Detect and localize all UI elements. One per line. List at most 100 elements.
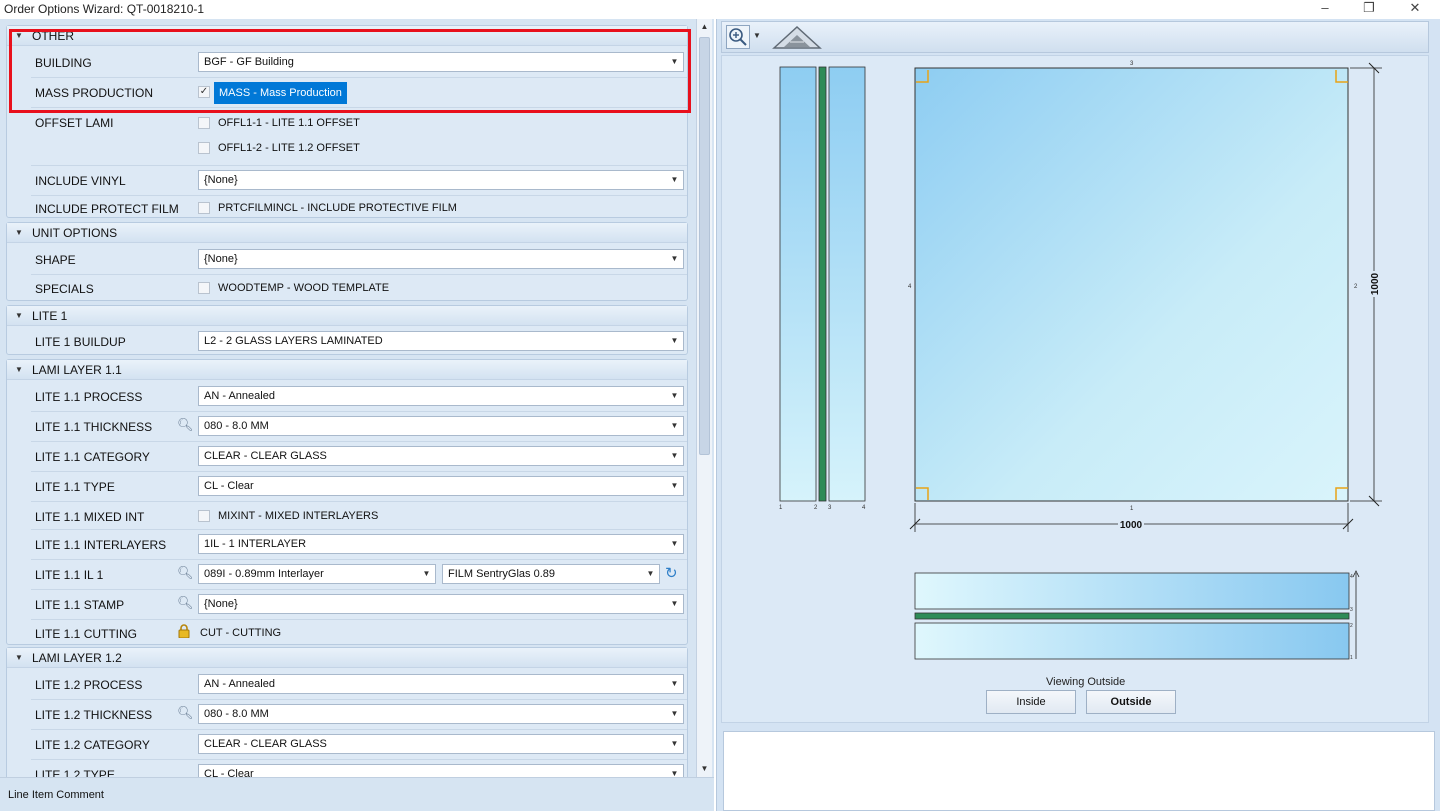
chevron-down-icon[interactable]: ▼ (666, 535, 683, 553)
specials-text: WOODTEMP - WOOD TEMPLATE (218, 282, 390, 294)
chevron-down-icon[interactable]: ▼ (418, 565, 435, 583)
chevron-down-icon[interactable]: ▼ (666, 705, 683, 723)
row-lite-1-1-mixed-int: LITE 1.1 MIXED INT MIXINT - MIXED INTERL… (31, 502, 687, 530)
protect-film-checkbox[interactable] (198, 202, 210, 214)
mixed-int-checkbox[interactable] (198, 510, 210, 522)
section-lite-1: ▼ LITE 1 LITE 1 BUILDUP L2 - 2 GLASS LAY… (6, 305, 688, 355)
shape-view-icon[interactable] (772, 25, 822, 49)
offset-lami-label: OFFSET LAMI (35, 116, 114, 130)
include-vinyl-value: {None} (204, 174, 238, 186)
lite-1-1-il-1-interlayer-select[interactable]: 089I - 0.89mm Interlayer ▼ (198, 564, 436, 584)
search-icon[interactable]: 🔍︎ (177, 417, 194, 433)
offset-lite-1-1-checkbox[interactable] (198, 117, 210, 129)
include-vinyl-select[interactable]: {None} ▼ (198, 170, 684, 190)
chevron-down-icon[interactable]: ▼ (666, 675, 683, 693)
specials-checkbox[interactable] (198, 282, 210, 294)
chevron-down-icon[interactable]: ▼ (666, 735, 683, 753)
notes-area[interactable] (723, 731, 1435, 811)
chevron-down-icon[interactable]: ▼ (666, 477, 683, 495)
lite-1-1-type-select[interactable]: CL - Clear ▼ (198, 476, 684, 496)
lite-1-buildup-select[interactable]: L2 - 2 GLASS LAYERS LAMINATED ▼ (198, 331, 684, 351)
section-lami-layer-1-2-header[interactable]: ▼ LAMI LAYER 1.2 (7, 648, 687, 668)
glass-drawing: 1 2 3 4 3 1 4 2 1000 1000 4 3 2 1 (779, 61, 1382, 661)
zoom-icon[interactable] (726, 25, 750, 49)
lite-1-1-il-1-film-select[interactable]: FILM SentryGlas 0.89 ▼ (442, 564, 660, 584)
row-include-vinyl: INCLUDE VINYL {None} ▼ (31, 166, 687, 196)
glass-drawing-area: 1 2 3 4 3 1 4 2 1000 1000 4 3 2 1 Viewin… (721, 55, 1429, 723)
scroll-thumb[interactable] (699, 37, 710, 455)
edge-top-label: 3 (1130, 61, 1134, 67)
options-panel: ▼ OTHER BUILDING BGF - GF Building ▼ MASS… (0, 19, 714, 811)
options-scroll-area[interactable]: ▼ OTHER BUILDING BGF - GF Building ▼ MASS… (0, 19, 696, 777)
lite-1-1-interlayers-value: 1IL - 1 INTERLAYER (204, 538, 307, 550)
refresh-icon[interactable]: ↻ (665, 564, 678, 582)
chevron-down-icon[interactable]: ▼ (666, 765, 683, 777)
lite-1-2-thickness-select[interactable]: 080 - 8.0 MM ▼ (198, 704, 684, 724)
chevron-down-icon[interactable]: ▼ (666, 171, 683, 189)
lite-1-2-type-select[interactable]: CL - Clear ▼ (198, 764, 684, 777)
collapse-icon[interactable]: ▼ (15, 311, 23, 320)
vertical-scrollbar[interactable]: ▲ ▼ (696, 19, 712, 777)
collapse-icon[interactable]: ▼ (15, 365, 23, 374)
scroll-down-icon[interactable]: ▼ (697, 761, 712, 777)
minimize-button[interactable]: – (1310, 0, 1340, 19)
lite-1-1-interlayers-select[interactable]: 1IL - 1 INTERLAYER ▼ (198, 534, 684, 554)
chevron-down-icon[interactable]: ▼ (642, 565, 659, 583)
section-unit-options-header[interactable]: ▼ UNIT OPTIONS (7, 223, 687, 243)
shape-select[interactable]: {None} ▼ (198, 249, 684, 269)
section-lami-layer-1-2: ▼ LAMI LAYER 1.2 LITE 1.2 PROCESS AN - A… (6, 647, 688, 777)
row-lite-1-1-interlayers: LITE 1.1 INTERLAYERS 1IL - 1 INTERLAYER ▼ (31, 530, 687, 560)
section-lami-layer-1-1-header[interactable]: ▼ LAMI LAYER 1.1 (7, 360, 687, 380)
section-lami-layer-1-1: ▼ LAMI LAYER 1.1 LITE 1.1 PROCESS AN - A… (6, 359, 688, 645)
collapse-icon[interactable]: ▼ (15, 228, 23, 237)
lite-1-1-mixed-int-label: LITE 1.1 MIXED INT (35, 510, 145, 524)
row-lite-1-1-type: LITE 1.1 TYPE CL - Clear ▼ (31, 472, 687, 502)
collapse-icon[interactable]: ▼ (15, 653, 23, 662)
lite-1-2-thickness-label: LITE 1.2 THICKNESS (35, 708, 153, 722)
lite-1-1-category-select[interactable]: CLEAR - CLEAR GLASS ▼ (198, 446, 684, 466)
section-unit-options: ▼ UNIT OPTIONS SHAPE {None} ▼ SPECIALS WO… (6, 222, 688, 301)
row-lite-1-1-thickness: LITE 1.1 THICKNESS 🔍︎ 080 - 8.0 MM ▼ (31, 412, 687, 442)
outside-button[interactable]: Outside (1086, 690, 1176, 714)
chevron-down-icon[interactable]: ▼ (666, 250, 683, 268)
scroll-up-icon[interactable]: ▲ (697, 19, 712, 35)
lite-1-1-process-value: AN - Annealed (204, 390, 275, 402)
side-interlayer (818, 66, 827, 502)
shape-label: SHAPE (35, 253, 76, 267)
plan-label-4: 4 (1350, 574, 1353, 580)
side-label-1: 1 (779, 505, 783, 511)
lite-1-1-type-value: CL - Clear (204, 480, 254, 492)
plan-lite-1 (914, 572, 1350, 610)
edge-right-label: 2 (1354, 284, 1358, 290)
inside-button[interactable]: Inside (986, 690, 1076, 714)
lite-1-buildup-value: L2 - 2 GLASS LAYERS LAMINATED (204, 335, 383, 347)
close-button[interactable]: ✕ (1400, 0, 1430, 19)
chevron-down-icon[interactable]: ▼ (666, 387, 683, 405)
lite-1-1-thickness-select[interactable]: 080 - 8.0 MM ▼ (198, 416, 684, 436)
chevron-down-icon[interactable]: ▼ (666, 332, 683, 350)
chevron-down-icon[interactable]: ▼ (666, 595, 683, 613)
lite-1-2-process-select[interactable]: AN - Annealed ▼ (198, 674, 684, 694)
lite-1-1-stamp-select[interactable]: {None} ▼ (198, 594, 684, 614)
side-lite-2 (828, 66, 866, 502)
lite-1-1-process-label: LITE 1.1 PROCESS (35, 390, 143, 404)
lite-1-2-category-select[interactable]: CLEAR - CLEAR GLASS ▼ (198, 734, 684, 754)
specials-label: SPECIALS (35, 282, 94, 296)
preview-panel: ▼ 1 2 3 4 3 1 4 2 1000 1000 4 3 2 1 View… (716, 19, 1440, 811)
offset-lite-1-2-checkbox[interactable] (198, 142, 210, 154)
chevron-down-icon[interactable]: ▼ (666, 417, 683, 435)
offset-lite-1-1-text: OFFL1-1 - LITE 1.1 OFFSET (218, 117, 360, 129)
search-icon[interactable]: 🔍︎ (177, 595, 194, 611)
maximize-button[interactable]: ❐ (1354, 0, 1384, 19)
lite-1-1-il-1-label: LITE 1.1 IL 1 (35, 568, 104, 582)
lite-1-1-process-select[interactable]: AN - Annealed ▼ (198, 386, 684, 406)
search-icon[interactable]: 🔍︎ (177, 565, 194, 581)
chevron-down-icon[interactable]: ▼ (666, 447, 683, 465)
section-lite-1-header[interactable]: ▼ LITE 1 (7, 306, 687, 326)
lite-1-2-process-value: AN - Annealed (204, 678, 275, 690)
line-item-comment-label: Line Item Comment (8, 789, 104, 801)
chevron-down-icon[interactable]: ▼ (753, 31, 761, 40)
mixed-int-text: MIXINT - MIXED INTERLAYERS (218, 510, 379, 522)
side-label-4: 4 (862, 505, 866, 511)
search-icon[interactable]: 🔍︎ (177, 705, 194, 721)
